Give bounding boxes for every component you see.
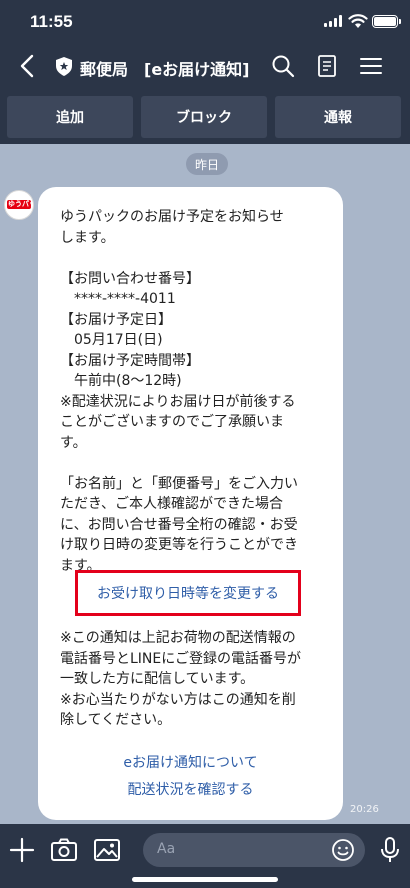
message-line: 除してください。 (60, 712, 172, 728)
chat-header: 郵便局 [eお届け通知] (0, 44, 410, 88)
message-line: ****-****-4011 (60, 291, 176, 307)
chat-title: 郵便局 [eお届け通知] (80, 60, 250, 79)
date-separator: 昨日 (186, 153, 228, 175)
image-icon[interactable] (93, 836, 121, 864)
home-indicator (132, 877, 278, 882)
notes-icon[interactable] (314, 53, 340, 79)
wifi-icon (348, 14, 368, 28)
message-line: ※配達状況によりお届け日が前後する (60, 393, 296, 410)
message-line: ただき、ご本人様確認ができた場合 (60, 496, 284, 512)
avatar[interactable]: ゆうパック (4, 190, 34, 220)
message-line: 【お届け予定日】 (60, 311, 172, 328)
action-buttons: 追加 ブロック 通報 (0, 88, 410, 144)
message-line: 【お届け予定時間帯】 (60, 352, 200, 369)
change-delivery-link[interactable]: お受け取り日時等を変更する (75, 570, 301, 616)
status-time: 11:55 (30, 12, 73, 31)
message-body: ゆうパックのお届け予定をお知らせ します。【お問い合わせ番号】 ****-****… (60, 207, 332, 576)
message-line: 【お問い合わせ番号】 (60, 270, 200, 287)
battery-icon (372, 15, 401, 28)
add-button[interactable]: 追加 (7, 96, 133, 138)
microphone-icon[interactable] (376, 836, 404, 864)
message-line: 「お名前」と「郵便番号」をご入力い (60, 475, 298, 492)
message-line: ゆうパックのお届け予定をお知らせ (60, 209, 284, 225)
back-chevron-icon[interactable] (14, 52, 42, 80)
shield-icon (56, 57, 72, 76)
menu-icon[interactable] (358, 53, 384, 79)
emoji-icon[interactable] (331, 838, 355, 862)
about-notice-link[interactable]: eお届け通知について (38, 752, 343, 772)
plus-icon[interactable] (8, 836, 36, 864)
search-icon[interactable] (270, 53, 296, 79)
report-button[interactable]: 通報 (275, 96, 401, 138)
cellular-signal-icon (324, 15, 342, 27)
message-bubble: ゆうパックのお届け予定をお知らせ します。【お問い合わせ番号】 ****-****… (38, 187, 343, 820)
message-line: 午前中(8～12時) (60, 373, 182, 389)
message-line: 一致した方に配信しています。 (60, 671, 255, 687)
message-line: 05月17日(日) (60, 332, 163, 348)
message-line: け取り日時の変更等を行うことができ (60, 537, 298, 553)
block-button[interactable]: ブロック (141, 96, 267, 138)
notice-text: ※この通知は上記お荷物の配送情報の 電話番号とLINEにご登録の電話番号が 一致した… (60, 628, 332, 731)
message-timestamp: 20:26 (350, 804, 379, 815)
message-line: ※お心当たりがない方はこの通知を削 (60, 691, 296, 708)
message-line: に、お問い合せ番号全桁の確認・お受 (60, 516, 298, 533)
message-line: します。 (60, 229, 115, 246)
check-status-link[interactable]: 配送状況を確認する (38, 779, 343, 799)
message-input-placeholder: Aa (157, 841, 176, 857)
message-line: ※この通知は上記お荷物の配送情報の (60, 630, 296, 646)
status-bar: 11:55 (0, 0, 410, 44)
message-line: ことがございますのでご了承願いま (60, 414, 284, 430)
avatar-logo-text: ゆうパック (8, 200, 33, 208)
camera-icon[interactable] (50, 836, 78, 864)
message-line: す。 (60, 434, 87, 451)
message-line: 電話番号とLINEにご登録の電話番号が (60, 650, 301, 667)
message-input[interactable]: Aa (143, 833, 365, 867)
